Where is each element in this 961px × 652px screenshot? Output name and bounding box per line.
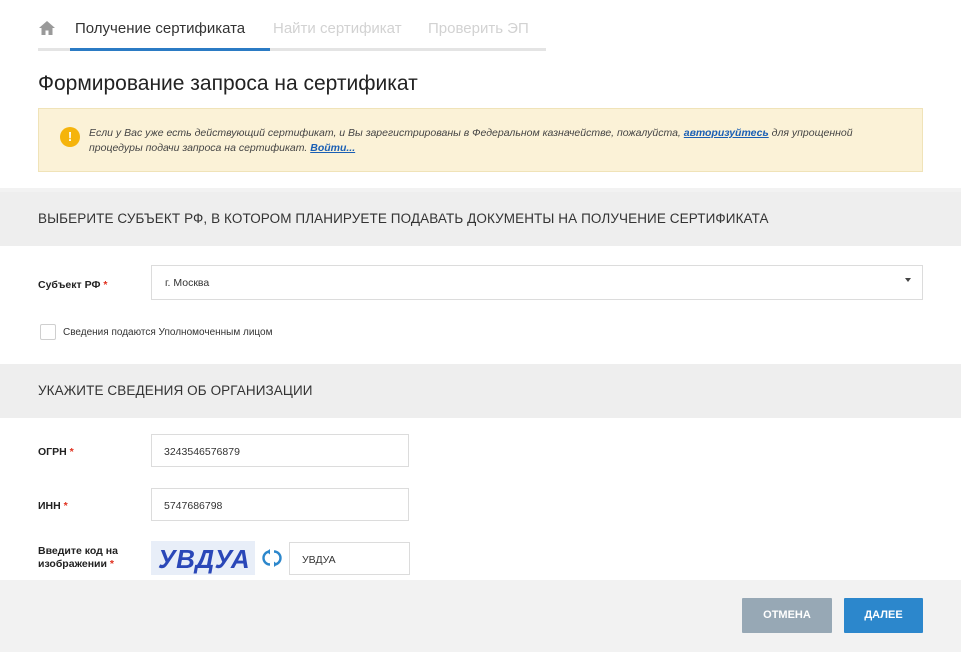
subject-label: Субъект РФ * <box>38 279 107 291</box>
notice-text-before: Если у Вас уже есть действующий сертифик… <box>89 127 681 139</box>
region-panel <box>0 246 961 364</box>
tab-find-certificate[interactable]: Найти сертификат <box>273 20 402 37</box>
section-header-org: УКАЖИТЕ СВЕДЕНИЯ ОБ ОРГАНИЗАЦИИ <box>0 364 961 418</box>
page-title: Формирование запроса на сертификат <box>38 72 418 95</box>
ogrn-label: ОГРН * <box>38 446 74 458</box>
required-mark: * <box>109 558 114 570</box>
inn-input[interactable]: 5747686798 <box>151 488 409 521</box>
captcha-label-line2: изображении <box>38 558 107 570</box>
subject-select-value: г. Москва <box>165 277 210 289</box>
refresh-icon[interactable] <box>262 548 282 568</box>
chevron-down-icon <box>905 278 911 282</box>
inn-label: ИНН * <box>38 500 68 512</box>
tab-get-certificate[interactable]: Получение сертификата <box>75 20 245 37</box>
authorized-person-checkbox[interactable] <box>40 324 56 340</box>
captcha-input-value: УВДУА <box>302 554 336 566</box>
authorize-link[interactable]: авторизуйтесь <box>684 127 769 139</box>
captcha-image-text: УВДУА <box>158 544 251 574</box>
subject-label-text: Субъект РФ <box>38 279 101 291</box>
tab-verify-signature[interactable]: Проверить ЭП <box>428 20 529 37</box>
ogrn-input[interactable]: 3243546576879 <box>151 434 409 467</box>
captcha-input[interactable]: УВДУА <box>289 542 410 575</box>
ogrn-value: 3243546576879 <box>164 446 240 458</box>
captcha-label: Введите код на изображении * <box>38 545 118 571</box>
cancel-button[interactable]: ОТМЕНА <box>742 598 832 633</box>
inn-label-text: ИНН <box>38 500 61 512</box>
next-button[interactable]: ДАЛЕЕ <box>844 598 923 633</box>
org-panel <box>0 418 961 580</box>
required-mark: * <box>63 500 68 512</box>
captcha-image: УВДУА <box>151 541 255 575</box>
ogrn-label-text: ОГРН <box>38 446 67 458</box>
required-mark: * <box>103 279 108 291</box>
info-notice: ! Если у Вас уже есть действующий сертиф… <box>38 108 923 172</box>
section-title-region: ВЫБЕРИТЕ СУБЪЕКТ РФ, В КОТОРОМ ПЛАНИРУЕТ… <box>38 211 769 226</box>
captcha-label-line1: Введите код на <box>38 545 118 557</box>
required-mark: * <box>69 446 74 458</box>
notice-text: Если у Вас уже есть действующий сертифик… <box>89 126 889 156</box>
section-header-region: ВЫБЕРИТЕ СУБЪЕКТ РФ, В КОТОРОМ ПЛАНИРУЕТ… <box>0 192 961 246</box>
home-icon[interactable] <box>38 20 56 36</box>
section-title-org: УКАЖИТЕ СВЕДЕНИЯ ОБ ОРГАНИЗАЦИИ <box>38 383 313 398</box>
info-icon: ! <box>60 127 80 147</box>
inn-value: 5747686798 <box>164 500 223 512</box>
authorized-person-label[interactable]: Сведения подаются Уполномоченным лицом <box>63 327 272 338</box>
login-link[interactable]: Войти... <box>310 142 355 154</box>
active-tab-indicator <box>70 48 270 51</box>
subject-select[interactable]: г. Москва <box>151 265 923 300</box>
